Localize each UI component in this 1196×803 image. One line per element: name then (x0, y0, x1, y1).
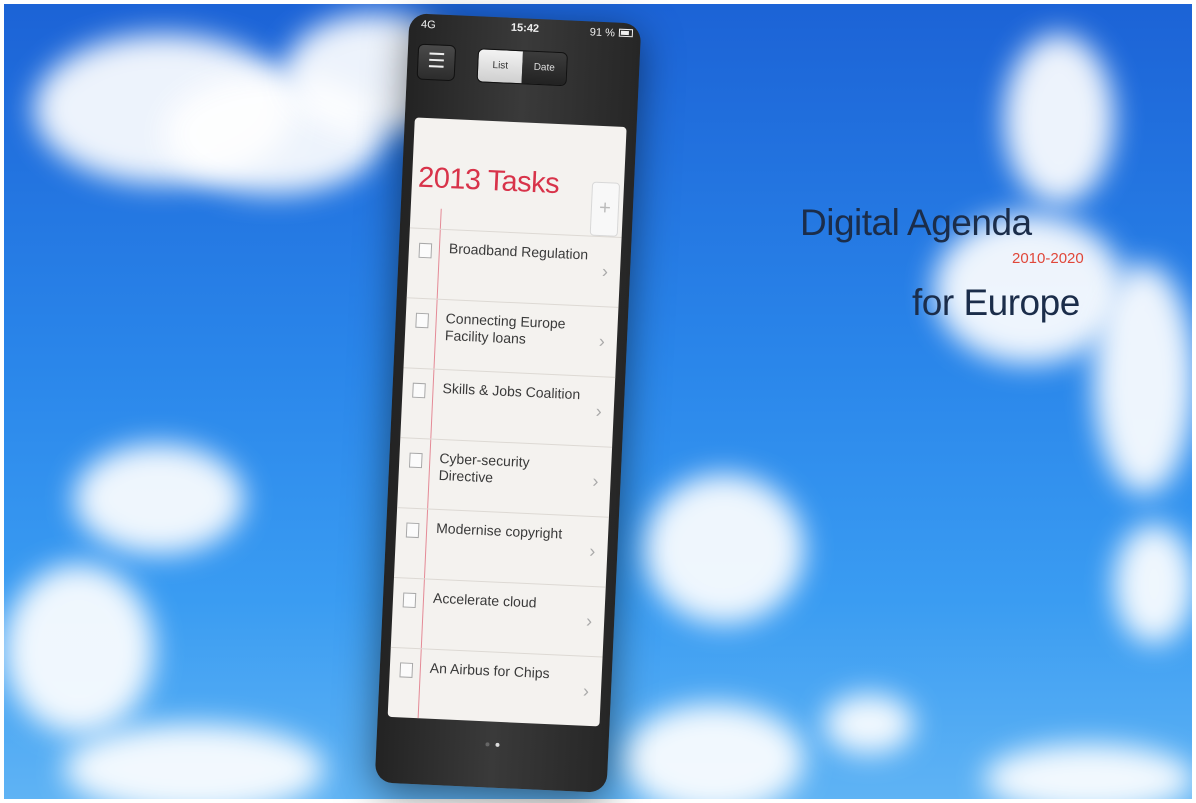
phone-device: 4G 15:42 91 % ☰ List Date 2013 Tasks + B… (374, 13, 642, 793)
hamburger-icon[interactable]: ☰ (416, 43, 457, 82)
task-label: Connecting Europe Facility loans (444, 310, 566, 347)
checkbox-icon[interactable] (418, 242, 433, 259)
view-segmented-control: List Date (476, 48, 568, 87)
chevron-right-icon: › (585, 610, 593, 632)
page-dot (485, 742, 490, 747)
task-row[interactable]: Skills & Jobs Coalition › (400, 367, 616, 447)
task-label: Accelerate cloud (432, 589, 537, 611)
page-title: 2013 Tasks (417, 161, 560, 201)
headline-line1: Digital Agenda (800, 202, 1032, 243)
task-row[interactable]: An Airbus for Chips › (387, 646, 603, 727)
chevron-right-icon: › (582, 680, 590, 701)
tab-list[interactable]: List (477, 49, 523, 84)
task-row[interactable]: Modernise copyright › (393, 507, 609, 587)
cloud (624, 704, 804, 799)
cloud (1114, 524, 1192, 644)
cloud (64, 724, 324, 799)
chevron-right-icon: › (598, 331, 606, 352)
task-label: Skills & Jobs Coalition (442, 380, 581, 403)
add-task-button[interactable]: + (589, 181, 621, 237)
cloud (74, 444, 244, 554)
task-label: Modernise copyright (435, 519, 563, 542)
checkbox-icon[interactable] (405, 522, 420, 539)
cloud (1004, 34, 1114, 204)
checkbox-icon[interactable] (408, 452, 423, 469)
checkbox-icon[interactable] (412, 382, 426, 399)
battery-level: 91 % (589, 26, 616, 40)
tab-date[interactable]: Date (521, 51, 567, 86)
task-label: Cyber-security Directive (438, 449, 530, 486)
task-row[interactable]: Accelerate cloud › (390, 577, 606, 657)
checkbox-icon[interactable] (415, 312, 429, 329)
headline-years: 2010-2020 (1012, 250, 1084, 267)
task-list-panel: 2013 Tasks + Broadband Regulation › Conn… (387, 117, 627, 727)
chevron-right-icon: › (588, 540, 596, 562)
page-indicator[interactable] (376, 728, 609, 757)
task-label: An Airbus for Chips (429, 659, 550, 682)
checkbox-icon[interactable] (399, 662, 414, 678)
cloud (984, 744, 1192, 799)
battery-icon (618, 28, 634, 38)
task-row[interactable]: Broadband Regulation › (406, 227, 622, 307)
chevron-right-icon: › (592, 470, 599, 492)
cloud (4, 564, 154, 734)
task-list: Broadband Regulation › Connecting Europe… (387, 227, 622, 727)
task-label: Broadband Regulation (448, 240, 589, 263)
task-row[interactable]: Connecting Europe Facility loans › (403, 297, 619, 377)
headline: Digital Agenda 2010-2020 for Europe (800, 202, 1120, 342)
checkbox-icon[interactable] (402, 592, 417, 609)
chevron-right-icon: › (601, 261, 609, 282)
page-dot-active (495, 742, 500, 747)
headline-line2: for Europe (912, 282, 1080, 323)
cloud (824, 694, 914, 754)
chevron-right-icon: › (595, 400, 603, 422)
cloud (644, 474, 804, 624)
task-row[interactable]: Cyber-security Directive › (397, 437, 613, 517)
